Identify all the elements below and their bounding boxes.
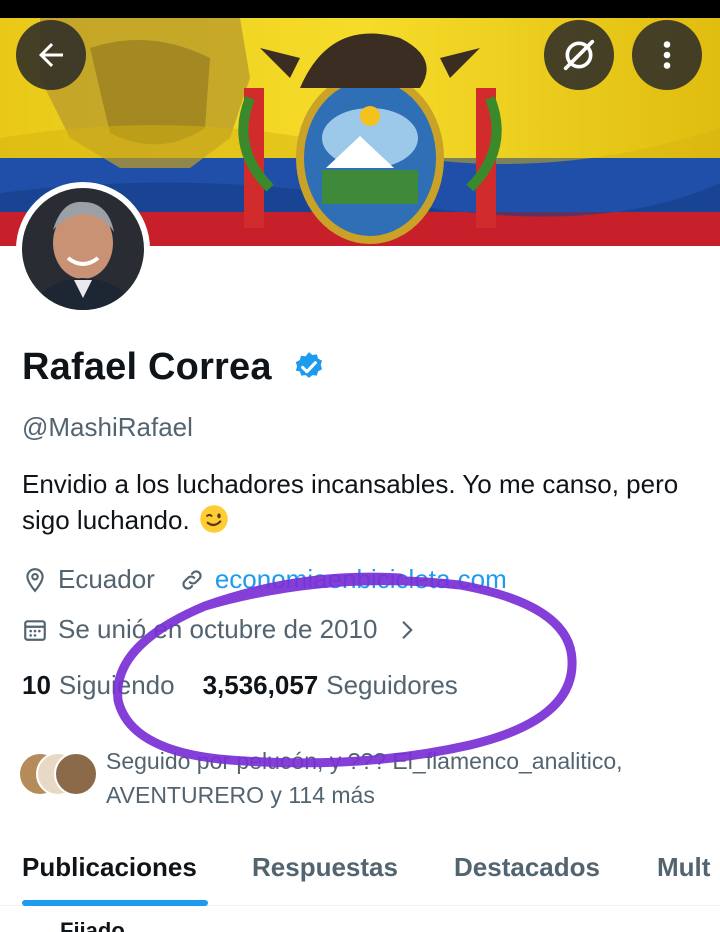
avatar-photo <box>22 188 144 310</box>
followed-by-text: Seguido por pelucón, y ??? El_flamenco_a… <box>106 748 623 808</box>
following-stat[interactable]: 10 Siguiendo <box>22 670 175 701</box>
joined-text: Se unió en octubre de 2010 <box>58 614 378 644</box>
tab-respuestas[interactable]: Respuestas <box>252 852 398 883</box>
avatar <box>54 752 98 796</box>
mutual-followers-avatars <box>18 752 98 796</box>
profile-avatar[interactable] <box>16 182 150 316</box>
profile-bio: Envidio a los luchadores incansables. Yo… <box>22 466 702 538</box>
verified-badge-icon[interactable] <box>292 350 326 384</box>
link-icon <box>182 569 202 590</box>
profile-handle: @MashiRafael <box>22 412 193 442</box>
pinned-label-peek: Fijado <box>60 918 125 932</box>
back-button[interactable] <box>16 20 86 90</box>
arrow-left-icon <box>39 43 63 67</box>
more-options-button[interactable] <box>632 20 702 90</box>
profile-name: Rafael Correa <box>22 346 272 388</box>
profile-meta-joined-row[interactable]: Se unió en octubre de 2010 <box>22 614 417 645</box>
top-status-bar <box>0 0 720 18</box>
tab-publicaciones[interactable]: Publicaciones <box>22 852 197 883</box>
bio-text: Envidio a los luchadores incansables. Yo… <box>22 469 679 535</box>
active-tab-indicator <box>22 900 208 906</box>
calendar-icon <box>24 619 46 641</box>
grok-button[interactable] <box>544 20 614 90</box>
followers-label: Seguidores <box>326 670 458 700</box>
location-pin-icon <box>26 567 44 592</box>
location-text: Ecuador <box>58 564 155 594</box>
followed-by-row[interactable]: Seguido por pelucón, y ??? El_flamenco_a… <box>18 744 686 812</box>
tab-destacados[interactable]: Destacados <box>454 852 600 883</box>
more-vertical-icon <box>663 41 671 69</box>
profile-stats: 10 Siguiendo 3,536,057 Seguidores <box>22 670 458 701</box>
following-label: Siguiendo <box>58 670 175 700</box>
profile-tabs: Publicaciones Respuestas Destacados Mult <box>0 848 720 906</box>
satellite-off-icon <box>563 39 595 71</box>
followers-count: 3,536,057 <box>202 670 319 700</box>
tab-multimedia[interactable]: Mult <box>657 852 710 883</box>
followers-stat[interactable]: 3,536,057 Seguidores <box>203 670 458 701</box>
website-link[interactable]: economiaenbicicleta.com <box>215 564 507 595</box>
profile-meta-location-row: Ecuador economiaenbicicleta.com <box>22 564 507 595</box>
winking-face-emoji-icon <box>200 505 228 533</box>
chevron-right-icon <box>403 620 414 639</box>
following-count: 10 <box>22 670 51 700</box>
